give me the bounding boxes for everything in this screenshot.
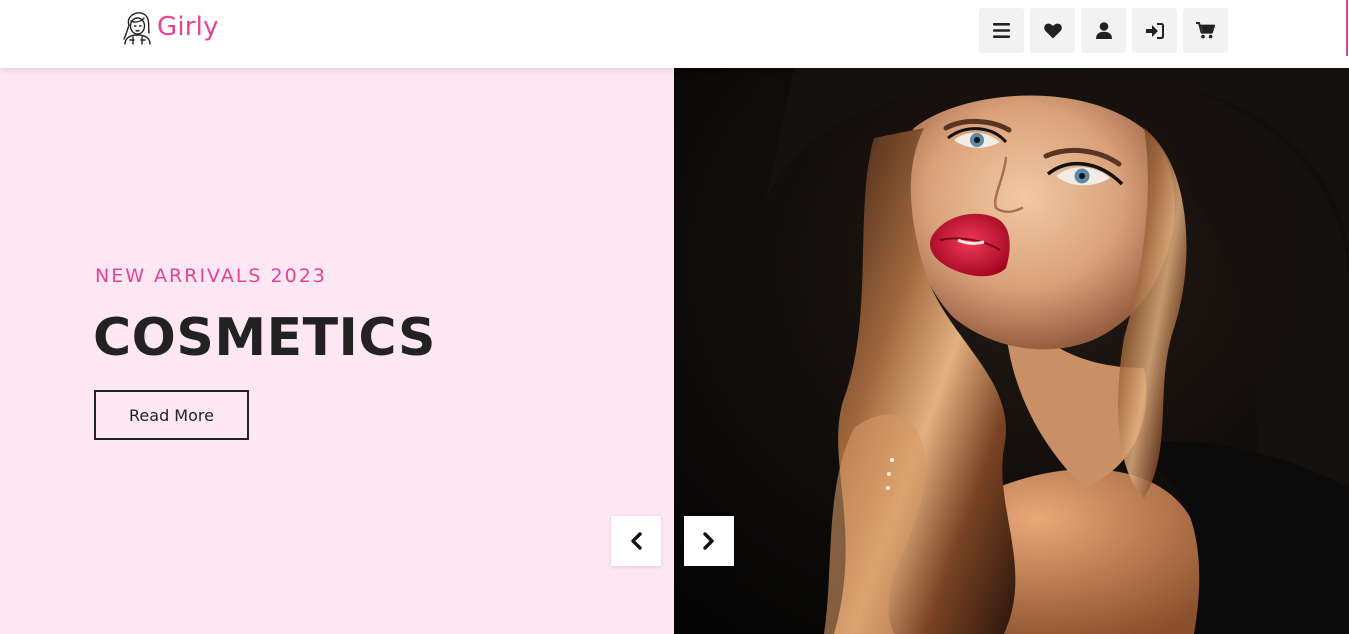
girl-face-icon	[123, 12, 151, 45]
account-button[interactable]	[1081, 8, 1126, 53]
slider-next-button[interactable]	[684, 516, 734, 566]
bars-icon	[993, 23, 1010, 38]
brand-logo[interactable]: Girly	[121, 9, 219, 45]
slider-prev-button[interactable]	[611, 516, 661, 566]
model-with-red-lips-photo	[674, 68, 1349, 634]
wishlist-button[interactable]	[1030, 8, 1075, 53]
user-icon	[1095, 22, 1112, 39]
hero-title: COSMETICS	[93, 308, 436, 368]
cart-button[interactable]	[1183, 8, 1228, 53]
login-button[interactable]	[1132, 8, 1177, 53]
hero-image	[674, 68, 1349, 634]
menu-button[interactable]	[979, 8, 1024, 53]
cart-icon	[1196, 22, 1215, 39]
hero-kicker: NEW ARRIVALS 2023	[95, 265, 327, 287]
chevron-right-icon	[703, 532, 714, 550]
header-edge-accent	[1346, 0, 1348, 56]
chevron-left-icon	[631, 532, 642, 550]
read-more-button[interactable]: Read More	[94, 390, 249, 440]
brand-name: Girly	[157, 12, 219, 42]
header-actions	[979, 8, 1228, 53]
sign-in-icon	[1145, 22, 1164, 39]
heart-icon	[1043, 23, 1062, 38]
hero-text-panel: NEW ARRIVALS 2023 COSMETICS Read More	[0, 68, 674, 634]
site-header: Girly	[0, 0, 1349, 68]
